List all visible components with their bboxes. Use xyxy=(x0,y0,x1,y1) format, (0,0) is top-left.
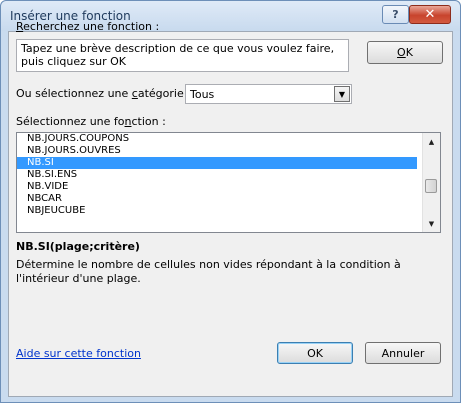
list-item[interactable]: NBCAR xyxy=(17,193,417,205)
search-go-hotkey: O xyxy=(397,46,406,59)
close-icon: ✕ xyxy=(424,7,436,22)
functions-label: Sélectionnez une fonction : xyxy=(16,115,166,128)
question-icon: ? xyxy=(392,8,399,21)
list-item[interactable]: NB.SI.ENS xyxy=(17,169,417,181)
help-on-function-link[interactable]: Aide sur cette fonction xyxy=(16,347,141,360)
scroll-down-icon[interactable]: ▼ xyxy=(423,215,440,232)
search-input[interactable]: Tapez une brève description de ce que vo… xyxy=(16,39,349,72)
list-item[interactable]: NB.JOURS.OUVRES xyxy=(17,145,417,157)
close-button[interactable]: ✕ xyxy=(409,5,451,24)
list-item-selected[interactable]: NB.SI xyxy=(17,157,417,169)
vertical-scrollbar[interactable]: ▲ ▼ xyxy=(422,133,440,232)
functions-label-hotkey: n xyxy=(124,115,132,128)
category-label: Ou sélectionnez une catégorie : xyxy=(16,87,191,100)
scrollbar-thumb[interactable] xyxy=(425,179,437,193)
search-label: Recherchez une fonction : xyxy=(16,20,160,33)
function-list: NB.JOURS.COUPONS NB.JOURS.OUVRES NB.SI N… xyxy=(17,133,417,217)
ok-button[interactable]: OK xyxy=(277,342,353,364)
function-listbox[interactable]: NB.JOURS.COUPONS NB.JOURS.OUVRES NB.SI N… xyxy=(16,132,441,233)
cancel-button[interactable]: Annuler xyxy=(365,342,441,364)
category-selected-value: Tous xyxy=(190,88,215,101)
insert-function-dialog: Insérer une fonction ? ✕ Recherchez une … xyxy=(0,0,461,403)
search-go-button[interactable]: OK xyxy=(367,41,443,64)
function-signature: NB.SI(plage;critère) xyxy=(16,240,140,253)
help-button[interactable]: ? xyxy=(382,5,409,24)
scroll-up-icon[interactable]: ▲ xyxy=(423,133,440,150)
list-item[interactable]: NB.VIDE xyxy=(17,181,417,193)
dropdown-arrow-icon[interactable]: ▼ xyxy=(334,86,350,102)
category-select[interactable]: Tous ▼ xyxy=(185,84,352,104)
list-item[interactable]: NB.JOURS.COUPONS xyxy=(17,133,417,145)
list-item[interactable]: NBJEUCUBE xyxy=(17,205,417,217)
function-description: Détermine le nombre de cellules non vide… xyxy=(16,258,401,285)
